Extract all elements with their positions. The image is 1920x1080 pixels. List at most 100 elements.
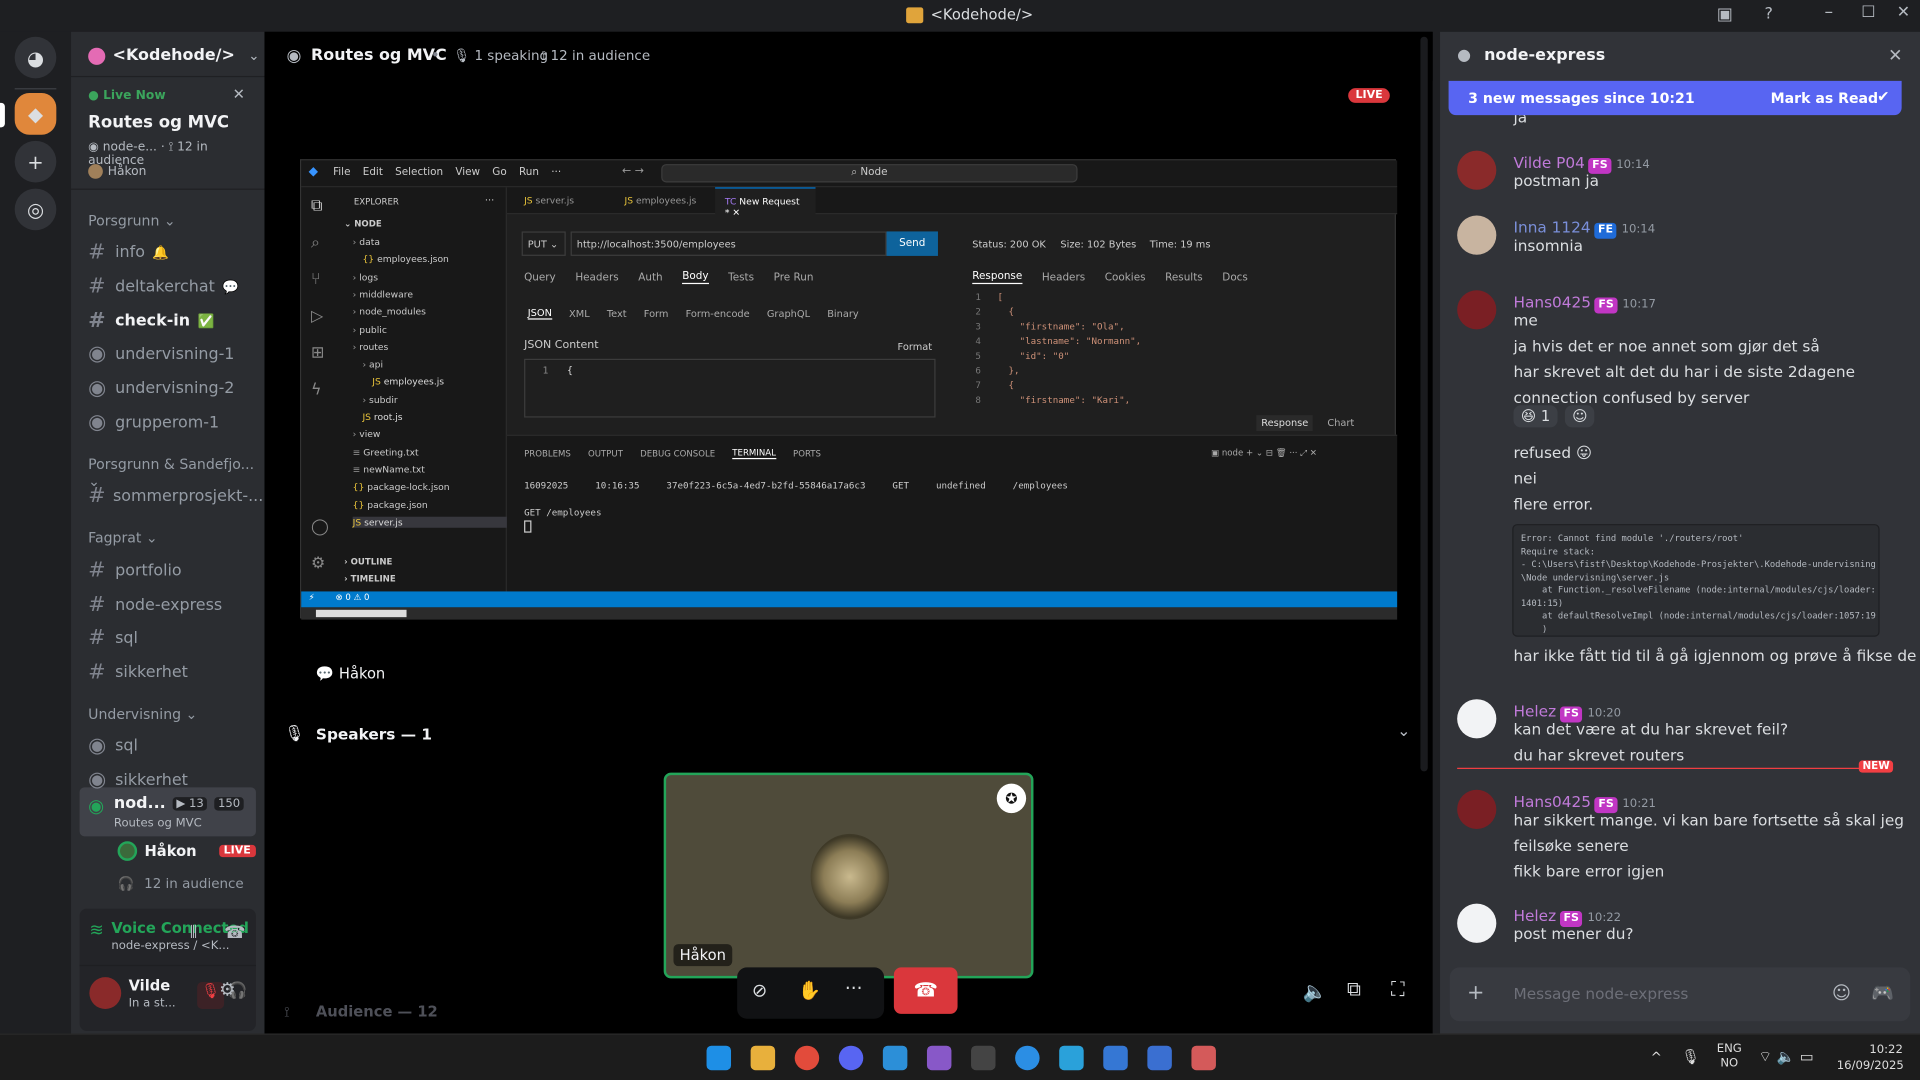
tree-item[interactable]: › logs [353,271,378,282]
discover-icon[interactable]: ◎ [14,188,57,231]
thunder-client-icon[interactable]: ϟ [311,381,322,399]
disconnect-icon[interactable]: ☎ [224,923,245,943]
format-button[interactable]: Format [898,342,933,353]
gamepad-icon[interactable]: 🎮 [1871,982,1894,1004]
minimize-button[interactable]: – [1825,2,1834,22]
chart-view-button[interactable]: Chart [1327,418,1354,429]
panel-tab[interactable]: DEBUG CONSOLE [640,449,715,459]
speaker-tile[interactable]: ✪ Håkon [663,772,1034,979]
tree-item[interactable]: › public [353,324,387,335]
discord-home-icon[interactable]: ◕ [14,36,57,79]
add-attachment-icon[interactable]: + [1467,981,1484,1005]
add-reaction-icon[interactable]: ☺ [1564,405,1595,428]
tree-item[interactable]: › data [353,236,380,247]
terminal-icon[interactable] [971,1045,996,1071]
avatar[interactable] [1457,903,1497,943]
gear-icon[interactable]: ⚙ [219,978,235,1000]
body-tab[interactable]: Form [644,308,669,319]
settings-icon[interactable]: ⚙ [311,555,325,573]
channel-sommerprosjekt-[interactable]: # sommerprosjekt-... [88,484,263,508]
editor-tab[interactable]: JS employees.js [615,187,715,214]
voice-channel[interactable]: node-express / <K... [111,939,229,952]
category-header[interactable]: Undervisning ⌄ [88,705,197,722]
wifi-icon[interactable]: ⌔ 🔈 ▭ [1758,1048,1813,1066]
tree-item[interactable]: JS employees.js [372,376,444,387]
channel-portfolio[interactable]: # portfolio [88,558,259,582]
tree-item[interactable]: {} package.json [353,499,428,510]
channel-undervisning-1[interactable]: ◉ undervisning-1 [88,342,259,366]
category-header[interactable]: Porsgrunn ⌄ [88,212,176,229]
file-explorer-icon[interactable] [750,1045,776,1071]
menu-item[interactable]: Run [519,167,539,179]
language-indicator[interactable]: ENG NO [1717,1042,1742,1071]
send-button[interactable]: Send [886,231,938,256]
message-username[interactable]: Hans0425 [1513,792,1591,810]
kodehode-server-icon[interactable]: ◆ [14,93,57,135]
tree-item[interactable]: › view [353,429,381,440]
stage-title[interactable]: Routes og MVC [88,113,229,133]
menu-item[interactable]: View [455,167,480,179]
response-tab[interactable]: Response [972,271,1023,285]
menu-item[interactable]: Edit [363,167,383,179]
editor-tab[interactable]: JS server.js [514,187,614,214]
channel-info[interactable]: # info 🔔 [88,240,259,264]
body-tab[interactable]: XML [569,308,590,319]
category-header[interactable]: Fagprat ⌄ [88,529,158,546]
run-debug-icon[interactable]: ▷ [311,307,323,325]
tree-item[interactable]: › subdir [362,394,397,405]
response-tab[interactable]: Cookies [1105,271,1146,283]
nav-arrows-icon[interactable]: ← → [622,165,644,177]
request-tab[interactable]: Tests [728,271,754,283]
popout-icon[interactable]: ⧉ [1347,977,1361,1001]
app-icon[interactable] [1103,1045,1128,1071]
menu-item[interactable]: File [333,167,350,179]
tree-item[interactable]: {} package-lock.json [353,481,450,492]
screen-share-vscode[interactable]: ◆ File Edit Selection View Go Run ··· ← → ⌕ No… [300,159,1398,620]
panel-tab[interactable]: TERMINAL [732,448,776,460]
close-icon[interactable]: ✕ [233,86,245,103]
response-tab[interactable]: Docs [1222,271,1248,283]
body-tab[interactable]: Form-encode [686,308,750,319]
channel-undervisning-2[interactable]: ◉ undervisning-2 [88,376,259,400]
discord-icon[interactable] [838,1045,864,1071]
clock[interactable]: 10:22 16/09/2025 [1837,1042,1904,1074]
camera-off-icon[interactable]: ⊘ [752,980,767,1002]
tree-item[interactable]: JS server.js [352,516,512,528]
account-icon[interactable]: ◯ [311,518,329,536]
panel-tab[interactable]: PROBLEMS [524,449,571,459]
user-name[interactable]: Vilde [129,977,171,994]
reaction-laugh[interactable]: 😆 1 [1513,405,1558,428]
visual-studio-icon[interactable] [926,1045,952,1071]
response-view-button[interactable]: Response [1256,415,1314,432]
chrome-icon[interactable] [794,1045,820,1071]
extensions-icon[interactable]: ⊞ [311,344,324,362]
request-tab[interactable]: Query [524,271,556,283]
stage-scrollbar[interactable] [1420,36,1428,772]
tree-item[interactable]: › api [362,359,383,370]
body-tab[interactable]: JSON [527,307,552,320]
channel-grupperom-1[interactable]: ◉ grupperom-1 [88,410,259,434]
channel-check-in[interactable]: # check-in ✅ [88,309,259,333]
menu-item[interactable]: Go [492,167,506,179]
tree-item[interactable]: › middleware [353,289,413,300]
channel-sikkerhet[interactable]: # sikkerhet [88,660,259,684]
panel-tab[interactable]: OUTPUT [588,449,623,459]
json-editor[interactable]: 1 { [524,358,936,418]
avatar[interactable] [1457,699,1497,739]
avatar[interactable] [89,977,122,1009]
request-tab[interactable]: Pre Run [774,271,814,283]
tree-item[interactable]: ≡ Greeting.txt [353,446,419,457]
explorer-root[interactable]: ⌄ NODE [344,219,382,229]
tree-item[interactable]: JS root.js [362,411,402,422]
close-chat-icon[interactable]: ✕ [1888,47,1902,67]
fullscreen-icon[interactable]: ⛶ [1391,977,1405,1001]
help-icon[interactable]: ? [1765,5,1773,23]
message-username[interactable]: Helez [1513,702,1556,720]
channel-node-express[interactable]: # node-express [88,593,259,617]
editor-tab[interactable]: TC New Request * ✕ [715,187,816,218]
channel-sikkerhet[interactable]: ◉ sikkerhet [88,768,259,792]
leave-stage-button[interactable]: ☎ [893,967,958,1014]
server-header[interactable]: <Kodehode/> ⌄ [88,47,260,65]
tray-chevron-icon[interactable]: ^ [1651,1049,1662,1065]
channel-sql[interactable]: # sql [88,626,259,650]
